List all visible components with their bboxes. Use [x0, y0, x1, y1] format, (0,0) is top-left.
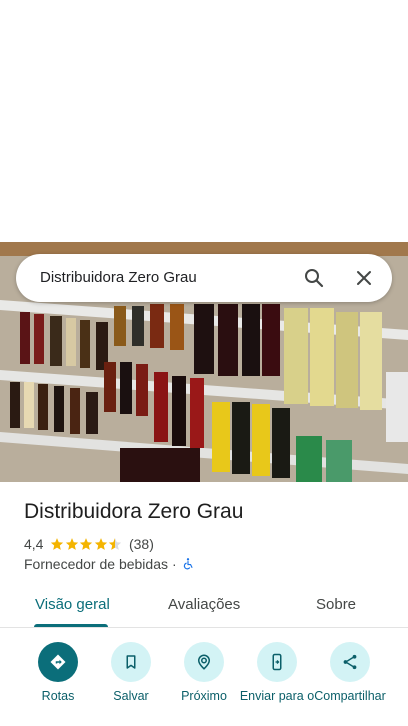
directions-button[interactable]: Rotas: [20, 642, 96, 703]
search-icon[interactable]: [302, 266, 326, 290]
rating-row[interactable]: 4,4 (38): [24, 536, 154, 552]
share-button[interactable]: Compartilhar: [312, 642, 388, 703]
place-title: Distribuidora Zero Grau: [24, 500, 244, 523]
star-icon: [94, 538, 108, 550]
save-button[interactable]: Salvar: [93, 642, 169, 703]
star-icon: [80, 538, 93, 550]
directions-icon[interactable]: [38, 642, 78, 682]
share-icon[interactable]: [330, 642, 370, 682]
bookmark-icon[interactable]: [111, 642, 151, 682]
tab-bar: Visão geral Avaliações Sobre: [0, 584, 408, 628]
tab-about[interactable]: Sobre: [316, 596, 356, 613]
separator-dot: ·: [172, 556, 177, 572]
wheelchair-accessible-icon: [183, 558, 193, 570]
send-to-phone-icon[interactable]: [257, 642, 297, 682]
tab-reviews[interactable]: Avaliações: [168, 596, 240, 613]
search-query[interactable]: Distribuidora Zero Grau: [40, 269, 197, 286]
nearby-label: Próximo: [181, 689, 227, 703]
save-label: Salvar: [113, 689, 149, 703]
star-icon: [65, 538, 79, 550]
review-count[interactable]: (38): [129, 536, 154, 552]
send-to-phone-label: Enviar para o: [239, 689, 315, 703]
place-category: Fornecedor de bebidas: [24, 556, 168, 572]
star-icon: [51, 538, 64, 550]
half-star-icon: [109, 538, 122, 550]
rating-stars: [50, 537, 123, 551]
category-row: Fornecedor de bebidas ·: [24, 556, 195, 572]
share-label: Compartilhar: [314, 689, 386, 703]
nearby-icon[interactable]: [184, 642, 224, 682]
map-area[interactable]: [0, 0, 408, 242]
active-tab-indicator: [34, 624, 108, 627]
action-bar: Rotas Salvar Próximo Enviar para o Compa…: [0, 642, 408, 726]
search-bar[interactable]: Distribuidora Zero Grau: [16, 254, 392, 302]
tab-overview[interactable]: Visão geral: [35, 596, 110, 613]
send-to-phone-button[interactable]: Enviar para o: [239, 642, 315, 703]
nearby-button[interactable]: Próximo: [166, 642, 242, 703]
close-icon[interactable]: [352, 266, 376, 290]
rating-value: 4,4: [24, 536, 44, 552]
directions-label: Rotas: [41, 689, 75, 703]
